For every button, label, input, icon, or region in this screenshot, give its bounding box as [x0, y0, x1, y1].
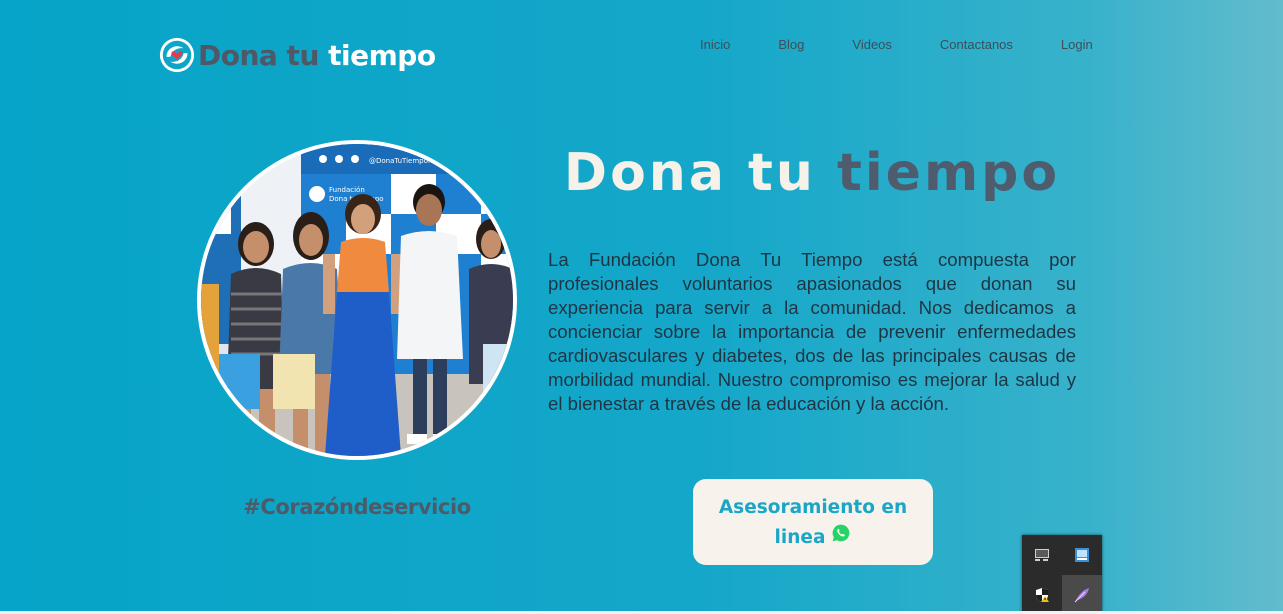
hero-title: Dona tu tiempo — [548, 143, 1076, 203]
landing-page: Dona tu tiempo Inicio Blog Videos Contac… — [0, 0, 1283, 614]
photo-banner-handle: @DonaTuTiempo.Org — [369, 157, 443, 165]
whatsapp-icon — [833, 524, 850, 542]
team-photo: @DonaTuTiempo.Org Fundación Dona tu tiem… — [201, 144, 513, 456]
heart-hands-logo-icon — [159, 37, 195, 73]
security-shield-warning-icon — [1036, 587, 1049, 602]
hashtag-text: #Corazóndeservicio — [243, 495, 471, 519]
logo-text-light: tiempo — [328, 38, 436, 72]
tray-item-security[interactable] — [1022, 575, 1062, 614]
site-logo[interactable]: Dona tu tiempo — [158, 36, 436, 74]
main-nav: Inicio Blog Videos Contactanos Login — [700, 37, 1093, 52]
team-photo-illustration: @DonaTuTiempo.Org Fundación Dona tu tiem… — [201, 144, 513, 456]
network-app-icon — [1075, 547, 1089, 562]
tray-item-feather-app[interactable] — [1062, 575, 1102, 614]
hero-description: La Fundación Dona Tu Tiempo está compues… — [548, 249, 1076, 414]
nav-blog[interactable]: Blog — [778, 37, 804, 52]
hero-title-dark: tiempo — [837, 143, 1061, 203]
cta-line2-wrap: linea — [775, 523, 852, 553]
hero-title-light: Dona tu — [563, 143, 816, 203]
monitor-icon — [1035, 548, 1049, 561]
nav-contactanos[interactable]: Contactanos — [940, 37, 1013, 52]
feather-app-icon — [1074, 587, 1089, 602]
logo-text: Dona tu tiempo — [198, 39, 436, 72]
team-photo-frame: @DonaTuTiempo.Org Fundación Dona tu tiem… — [197, 140, 517, 460]
photo-banner-line1: Fundación — [329, 186, 365, 194]
system-tray-overflow — [1022, 535, 1102, 614]
cta-line2: linea — [774, 527, 826, 548]
nav-inicio[interactable]: Inicio — [700, 37, 730, 52]
nav-videos[interactable]: Videos — [852, 37, 892, 52]
tray-item-monitor[interactable] — [1022, 535, 1062, 574]
nav-login[interactable]: Login — [1061, 37, 1093, 52]
tray-item-network-app[interactable] — [1062, 535, 1102, 574]
logo-text-dark: Dona tu — [198, 38, 319, 72]
cta-line1: Asesoramiento en — [718, 497, 908, 518]
online-advice-button[interactable]: Asesoramiento en linea — [693, 479, 933, 565]
